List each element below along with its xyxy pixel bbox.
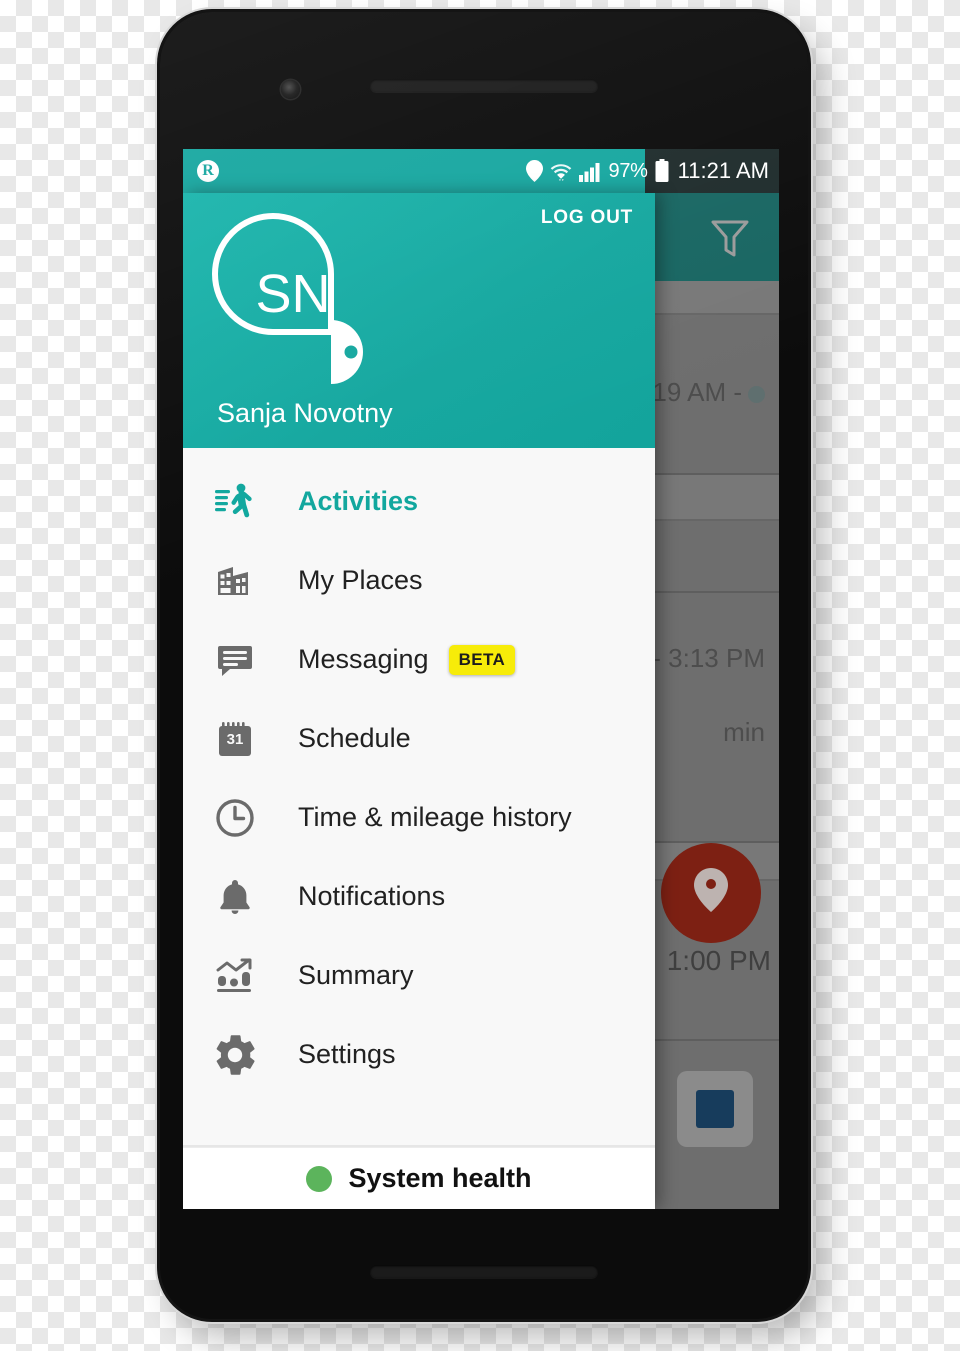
screenshot-stage: R 97% 11:21 AM:19 AM - - 3:13 PM min 1:…	[0, 0, 960, 1351]
menu-item-summary[interactable]: Summary	[183, 936, 655, 1015]
signal-bars-icon	[578, 160, 602, 182]
background-map-fab[interactable]	[661, 843, 761, 943]
drawer-header: LOG OUT SN Sanja Novotny	[183, 193, 655, 448]
menu-item-label: My Places	[298, 565, 423, 595]
menu-item-time-mileage-history[interactable]: Time & mileage history	[183, 778, 655, 857]
calendar-31-icon: 31	[213, 717, 257, 761]
front-camera	[281, 80, 300, 99]
menu-item-label: Settings	[298, 1039, 396, 1069]
menu-item-notifications[interactable]: Notifications	[183, 857, 655, 936]
menu-item-activities[interactable]: Activities	[183, 462, 655, 541]
stop-square-glyph	[696, 1090, 734, 1128]
bottom-speaker	[370, 1265, 598, 1278]
avatar-initials: SN	[255, 264, 330, 324]
system-health-bar[interactable]: System health	[183, 1147, 655, 1209]
system-health-status-dot	[306, 1165, 333, 1192]
running-person-icon	[213, 480, 257, 524]
app-badge-icon: R	[197, 160, 219, 182]
menu-item-label: Activities	[298, 486, 419, 516]
status-badge: BETA	[448, 644, 516, 675]
menu-item-schedule[interactable]: 31 Schedule	[183, 699, 655, 778]
location-pin-icon	[525, 160, 543, 182]
menu-item-settings[interactable]: Settings	[183, 1015, 655, 1094]
background-card-3-time: - 3:13 PM	[652, 643, 765, 673]
drawer-menu-list: Activities My Places Messaging BETA 31 S…	[183, 448, 655, 1147]
gear-icon	[213, 1033, 257, 1077]
menu-item-label: Messaging	[298, 644, 429, 674]
phone-device-frame: R 97% 11:21 AM:19 AM - - 3:13 PM min 1:…	[160, 12, 808, 1319]
menu-item-label: Summary	[298, 960, 414, 990]
background-card-1-time: :19 AM -	[645, 377, 765, 408]
status-bar-clock: 11:21 AM	[677, 158, 769, 183]
background-fab-time: 1:00 PM	[666, 945, 771, 976]
menu-item-label: Notifications	[298, 881, 446, 911]
background-card-3-duration: min	[723, 717, 765, 747]
wifi-icon	[550, 160, 572, 182]
status-bar: R 97% 11:21 AM	[183, 149, 779, 193]
system-health-label: System health	[348, 1163, 532, 1193]
background-status-dot	[748, 386, 765, 403]
user-name: Sanja Novotny	[217, 398, 393, 428]
filter-funnel-icon[interactable]	[711, 219, 749, 264]
navigation-drawer: LOG OUT SN Sanja Novotny Activities My P…	[183, 193, 655, 1209]
battery-icon	[655, 159, 669, 183]
clock-icon	[213, 796, 257, 840]
avatar[interactable]: SN	[207, 208, 385, 386]
battery-percent-label: 97%	[608, 159, 648, 182]
earpiece-speaker	[370, 79, 598, 92]
bar-chart-icon	[213, 954, 257, 998]
menu-item-label: Time & mileage history	[298, 802, 572, 832]
map-pin-icon	[694, 867, 728, 919]
svg-text:31: 31	[227, 731, 244, 748]
menu-item-my-places[interactable]: My Places	[183, 541, 655, 620]
building-icon	[213, 559, 257, 603]
menu-item-label: Schedule	[298, 723, 411, 753]
phone-screen: R 97% 11:21 AM:19 AM - - 3:13 PM min 1:…	[183, 149, 779, 1209]
bell-icon	[213, 875, 257, 919]
chat-bubble-icon	[213, 638, 257, 682]
status-bar-indicators: 97% 11:21 AM	[525, 149, 779, 193]
stop-square-icon[interactable]	[677, 1071, 753, 1147]
log-out-button[interactable]: LOG OUT	[541, 207, 633, 229]
menu-item-messaging[interactable]: Messaging BETA	[183, 620, 655, 699]
